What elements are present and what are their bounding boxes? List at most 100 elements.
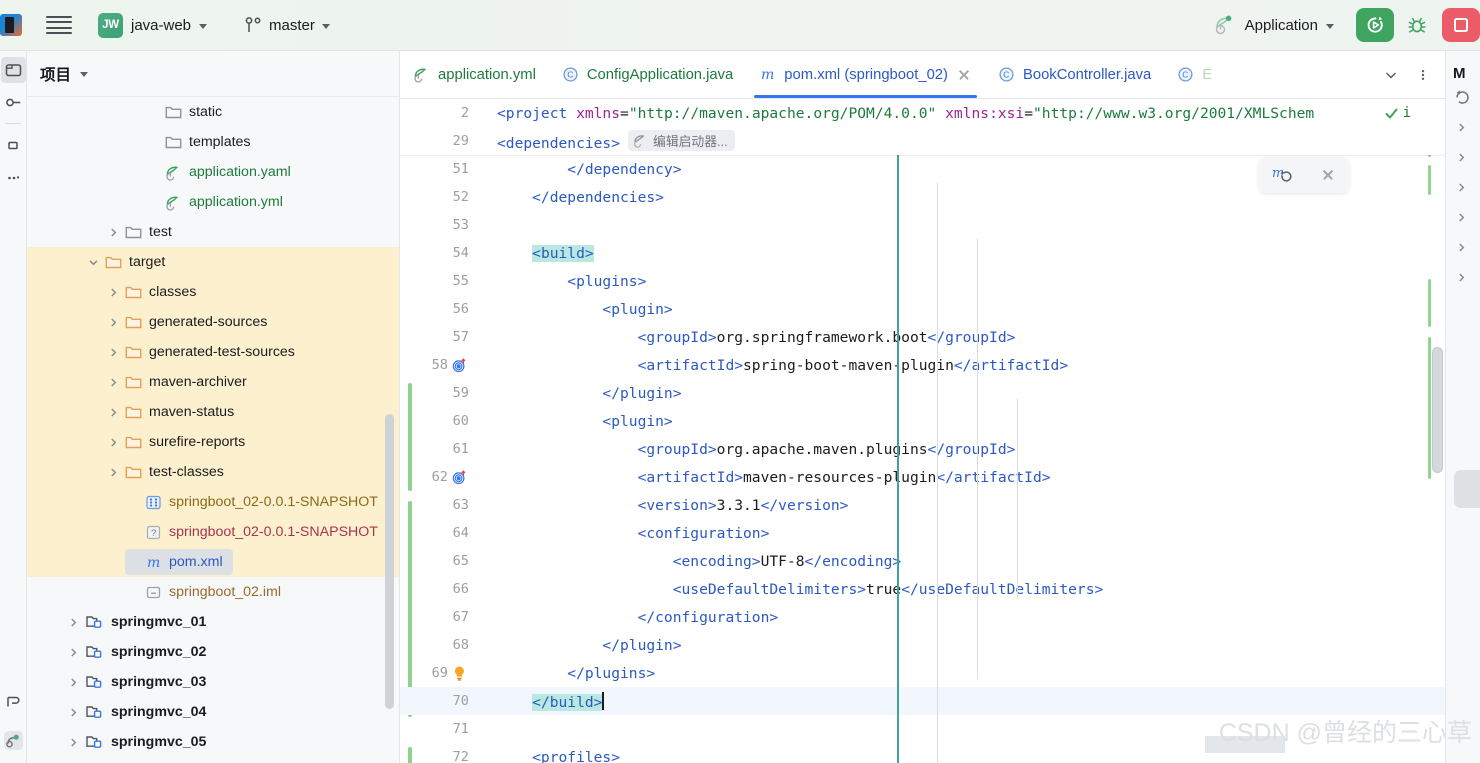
- code-line[interactable]: 56 <plugin>: [400, 295, 1445, 323]
- tree-item-templates[interactable]: templates: [27, 127, 399, 157]
- tree-item-maven-archiver[interactable]: maven-archiver: [27, 367, 399, 397]
- tree-twisty-collapsed[interactable]: [65, 734, 81, 750]
- code-line[interactable]: 63 <version>3.3.1</version>: [400, 491, 1445, 519]
- tree-item-springmvc-03[interactable]: springmvc_03: [27, 667, 399, 697]
- editor-vertical-scrollbar[interactable]: [1432, 347, 1443, 473]
- maven-tree-row[interactable]: [1446, 142, 1480, 172]
- tree-item-springmvc-04[interactable]: springmvc_04: [27, 697, 399, 727]
- code-line[interactable]: 64 <configuration>: [400, 519, 1445, 547]
- tree-twisty-collapsed[interactable]: [105, 284, 121, 300]
- code-editor[interactable]: 2 <project xmlns="http://maven.apache.org…: [400, 99, 1445, 763]
- project-tree-scrollbar[interactable]: [385, 414, 394, 709]
- tree-item-application-yaml[interactable]: application.yaml: [27, 157, 399, 187]
- editor-scrollbar-zone[interactable]: [1427, 99, 1445, 763]
- code-line[interactable]: 67 </configuration>: [400, 603, 1445, 631]
- tree-twisty-collapsed[interactable]: [1453, 239, 1469, 255]
- maven-tree-row[interactable]: [1446, 262, 1480, 292]
- editor-tab-close-icon[interactable]: [956, 67, 972, 83]
- tree-twisty-collapsed[interactable]: [65, 674, 81, 690]
- code-line[interactable]: 66 <useDefaultDelimiters>true</useDefaul…: [400, 575, 1445, 603]
- sidebar-item-bookmarks[interactable]: [1, 164, 26, 190]
- tree-item-maven-status[interactable]: maven-status: [27, 397, 399, 427]
- tree-item-static[interactable]: static: [27, 97, 399, 127]
- maven-panel-handle[interactable]: [1454, 470, 1480, 508]
- code-line[interactable]: 62 <artifactId>maven-resources-plugin</a…: [400, 463, 1445, 491]
- tree-twisty-collapsed[interactable]: [105, 314, 121, 330]
- tree-twisty-collapsed[interactable]: [1453, 179, 1469, 195]
- project-selector[interactable]: JW java-web: [90, 10, 215, 41]
- tree-item-test-classes[interactable]: test-classes: [27, 457, 399, 487]
- code-line[interactable]: 55 <plugins>: [400, 267, 1445, 295]
- stop-button[interactable]: [1442, 8, 1480, 42]
- tab-list-dropdown[interactable]: [1377, 61, 1405, 89]
- chevron-down-icon[interactable]: [80, 72, 89, 77]
- tree-twisty-collapsed[interactable]: [105, 224, 121, 240]
- maven-tree-row[interactable]: [1446, 172, 1480, 202]
- code-line[interactable]: 54 <build>: [400, 239, 1445, 267]
- code-line[interactable]: 65 <encoding>UTF-8</encoding>: [400, 547, 1445, 575]
- maven-tree-row[interactable]: [1446, 112, 1480, 142]
- sidebar-item-services[interactable]: [1, 727, 26, 753]
- tree-twisty-collapsed[interactable]: [105, 374, 121, 390]
- tree-twisty-collapsed[interactable]: [1453, 149, 1469, 165]
- editor-tab-application-yml[interactable]: application.yml: [400, 51, 549, 98]
- maven-tree-row[interactable]: [1446, 232, 1480, 262]
- run-button[interactable]: [1356, 8, 1394, 42]
- tree-item-pom-xml[interactable]: m pom.xml: [27, 547, 399, 577]
- tree-twisty-collapsed[interactable]: [105, 434, 121, 450]
- tree-item-generated-sources[interactable]: generated-sources: [27, 307, 399, 337]
- tree-twisty-collapsed[interactable]: [1453, 119, 1469, 135]
- editor-tab-bookcontroller-java[interactable]: C BookController.java: [985, 51, 1164, 98]
- code-line[interactable]: 61 <groupId>org.apache.maven.plugins</gr…: [400, 435, 1445, 463]
- tree-twisty-collapsed[interactable]: [105, 344, 121, 360]
- code-line[interactable]: 29 <dependencies> 编辑启动器...: [400, 127, 1445, 155]
- code-line[interactable]: 59 </plugin>: [400, 379, 1445, 407]
- sidebar-item-commit[interactable]: [1, 89, 26, 115]
- code-line[interactable]: 68 </plugin>: [400, 631, 1445, 659]
- tree-item-target[interactable]: target: [27, 247, 399, 277]
- code-line[interactable]: 57 <groupId>org.springframework.boot</gr…: [400, 323, 1445, 351]
- tree-item-test[interactable]: test: [27, 217, 399, 247]
- project-tree[interactable]: static templates application.yaml applicati…: [27, 97, 399, 763]
- tree-item-springmvc-02[interactable]: springmvc_02: [27, 637, 399, 667]
- sidebar-item-terminal[interactable]: [1, 689, 26, 715]
- editor-tab-pom-xml-springboot-02-[interactable]: m pom.xml (springboot_02): [746, 51, 985, 98]
- sidebar-item-structure[interactable]: [1, 132, 26, 158]
- editor-tab-configapplication-java[interactable]: C ConfigApplication.java: [549, 51, 746, 98]
- sidebar-item-project[interactable]: [0, 57, 26, 83]
- tree-item-generated-test-sources[interactable]: generated-test-sources: [27, 337, 399, 367]
- git-branch-selector[interactable]: master: [237, 13, 338, 38]
- tree-item-springboot-02-iml[interactable]: springboot_02.iml: [27, 577, 399, 607]
- tree-item-springboot-02-0-0-1-snapshot[interactable]: springboot_02-0.0.1-SNAPSHOT: [27, 487, 399, 517]
- inline-hint[interactable]: 编辑启动器...: [628, 130, 735, 151]
- tree-item-springboot-02-0-0-1-snapshot[interactable]: ? springboot_02-0.0.1-SNAPSHOT: [27, 517, 399, 547]
- maven-tree-row[interactable]: [1446, 202, 1480, 232]
- maven-reload-action[interactable]: [1446, 82, 1480, 112]
- code-line[interactable]: 60 <plugin>: [400, 407, 1445, 435]
- code-line[interactable]: 53: [400, 211, 1445, 239]
- code-line[interactable]: 2 <project xmlns="http://maven.apache.org…: [400, 99, 1445, 127]
- tree-twisty-expanded[interactable]: [85, 254, 101, 270]
- tree-item-classes[interactable]: classes: [27, 277, 399, 307]
- maven-tree[interactable]: [1446, 112, 1480, 292]
- tree-item-application-yml[interactable]: application.yml: [27, 187, 399, 217]
- code-line[interactable]: 70 </build>: [400, 687, 1445, 715]
- tree-twisty-collapsed[interactable]: [105, 464, 121, 480]
- tree-twisty-collapsed[interactable]: [1453, 209, 1469, 225]
- editor-tab-e[interactable]: CE: [1164, 51, 1225, 98]
- run-configuration-selector[interactable]: Application: [1206, 12, 1342, 39]
- code-line[interactable]: 69 </plugins>: [400, 659, 1445, 687]
- code-line[interactable]: 58 <artifactId>spring-boot-maven-plugin<…: [400, 351, 1445, 379]
- maven-reload-icon[interactable]: m: [1272, 165, 1293, 186]
- tree-twisty-collapsed[interactable]: [65, 704, 81, 720]
- debug-button[interactable]: [1400, 8, 1434, 42]
- editor-options-menu[interactable]: [1409, 61, 1437, 89]
- inspection-status-widget[interactable]: i: [1384, 105, 1411, 121]
- main-menu-hamburger-icon[interactable]: [46, 15, 72, 35]
- tree-item-springmvc-05[interactable]: springmvc_05: [27, 727, 399, 757]
- tree-item-surefire-reports[interactable]: surefire-reports: [27, 427, 399, 457]
- tree-twisty-collapsed[interactable]: [65, 644, 81, 660]
- tree-item-springmvc-01[interactable]: springmvc_01: [27, 607, 399, 637]
- close-icon[interactable]: [1320, 167, 1336, 183]
- tree-twisty-collapsed[interactable]: [105, 404, 121, 420]
